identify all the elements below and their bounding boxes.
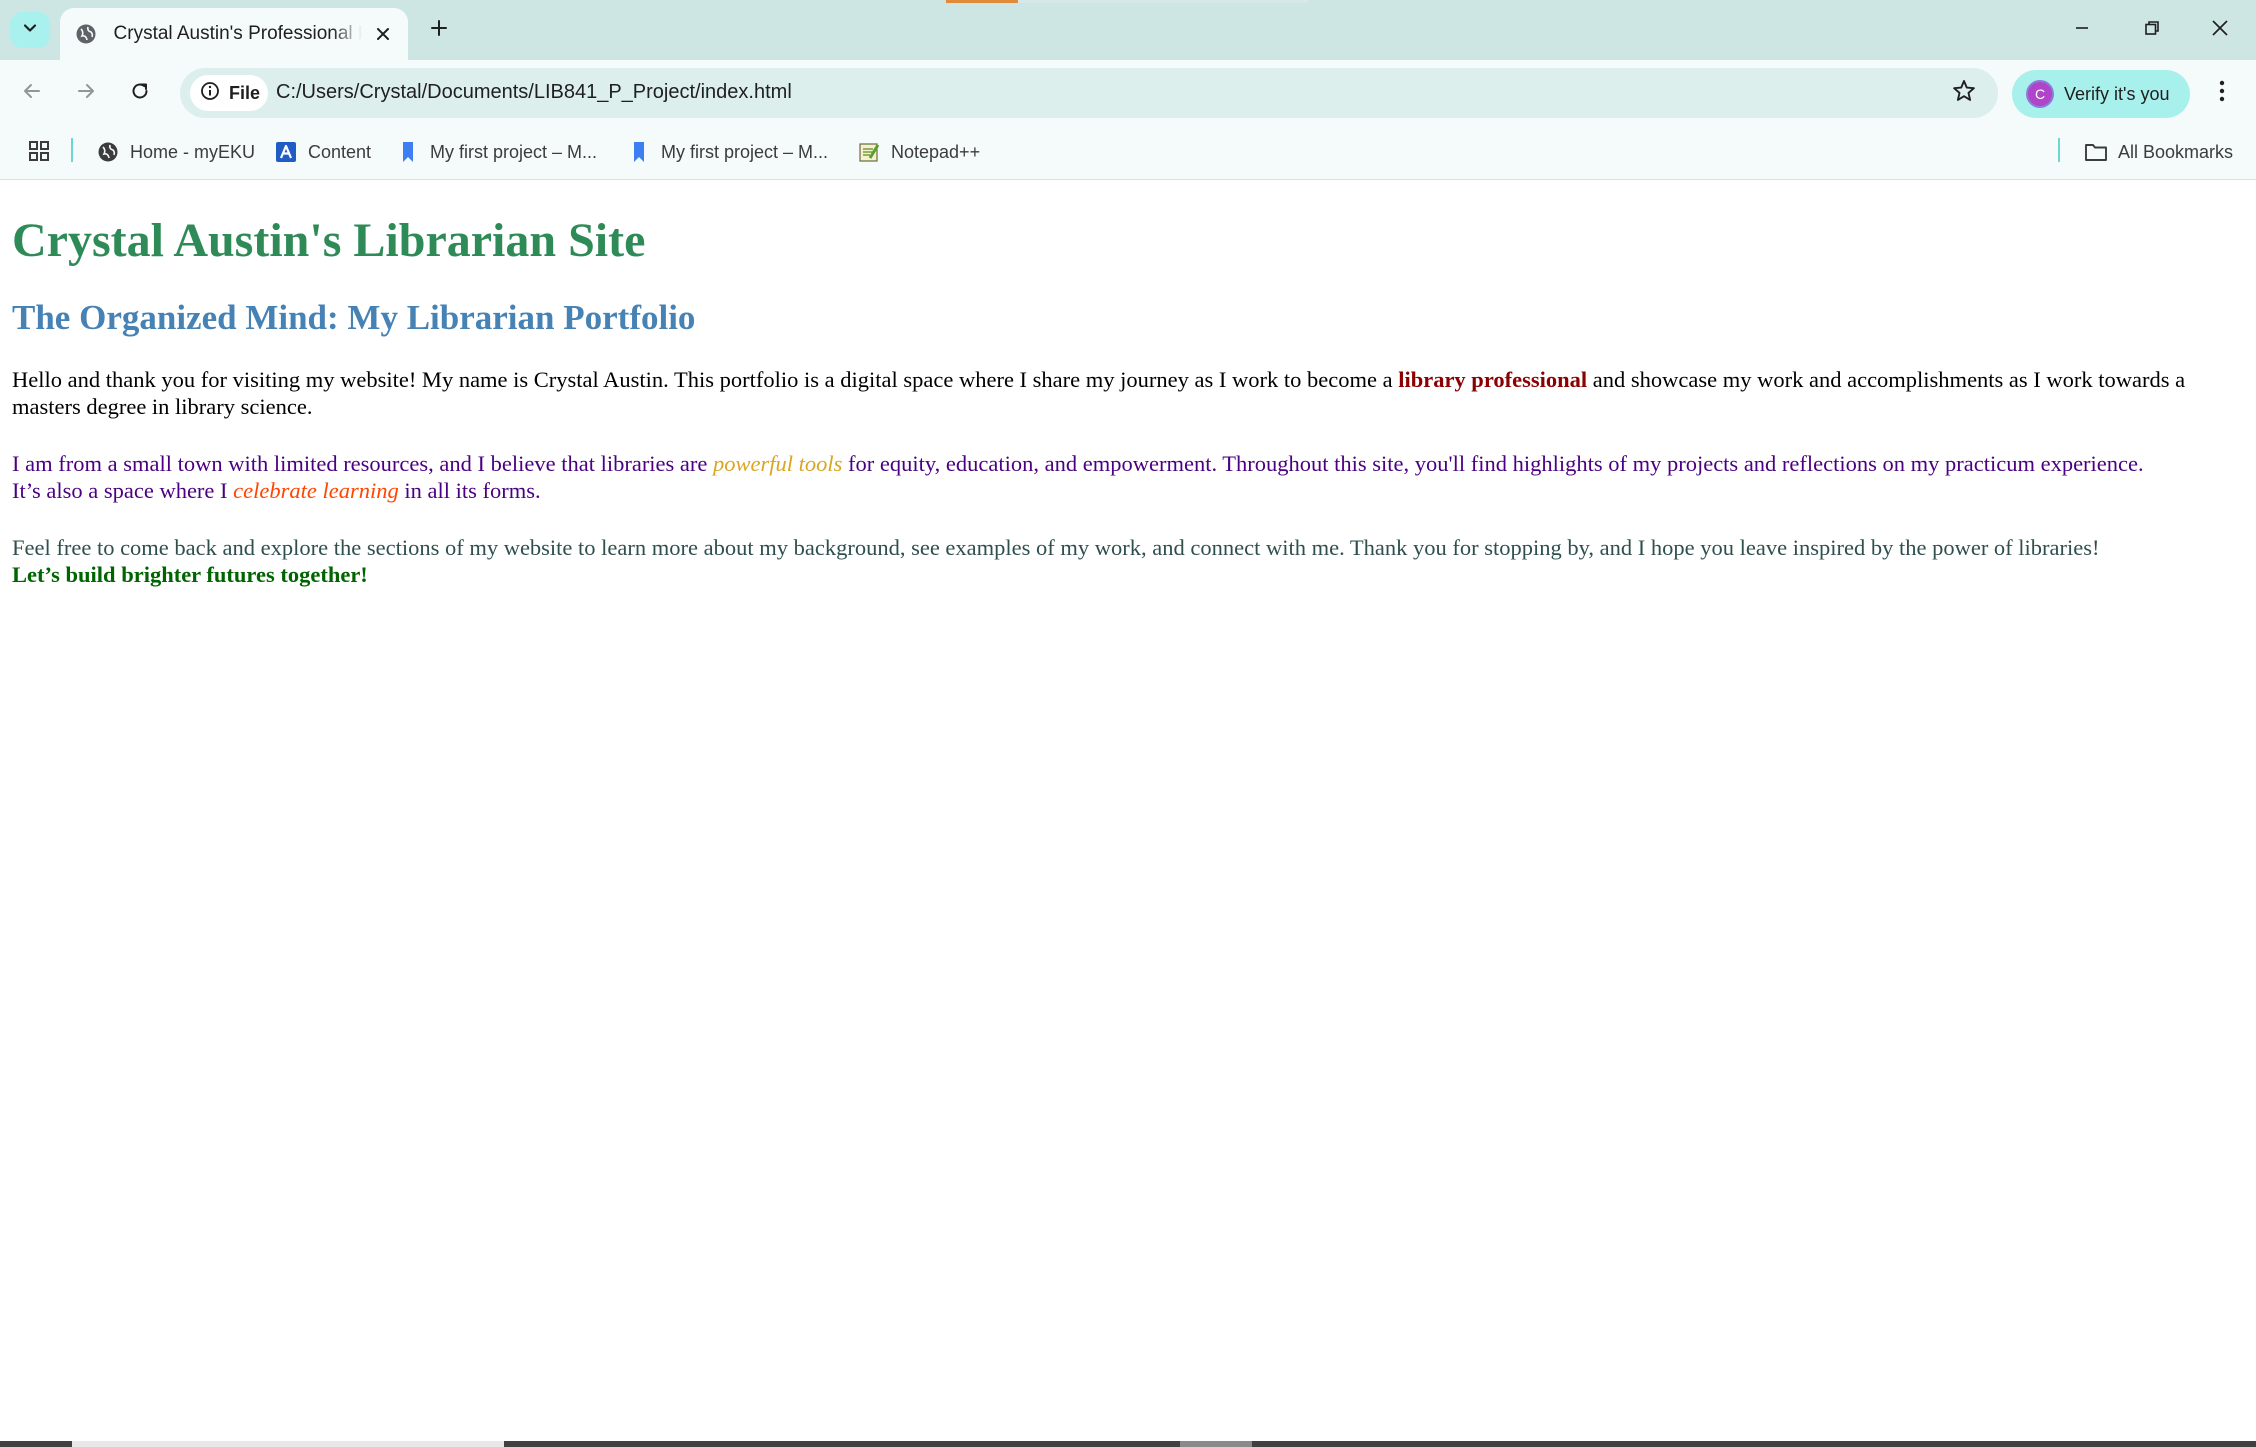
arrow-left-icon <box>21 80 43 107</box>
star-icon <box>1951 78 1977 109</box>
restore-icon <box>2143 19 2161 42</box>
closing-paragraph: Feel free to come back and explore the s… <box>12 534 2244 588</box>
intro-paragraph: Hello and thank you for visiting my webs… <box>12 366 2244 420</box>
mission-highlight-powerful-tools: powerful tools <box>713 451 843 477</box>
mission-paragraph: I am from a small town with limited reso… <box>12 450 2244 504</box>
window-close-button[interactable] <box>2202 12 2238 48</box>
more-vertical-icon <box>2218 79 2226 108</box>
mission-text-line2-end: in all its forms. <box>398 478 541 504</box>
apps-grid-icon <box>27 139 51 168</box>
bookmarks-divider <box>2058 138 2060 162</box>
bookmarks-divider <box>71 138 73 162</box>
page-title: Crystal Austin's Librarian Site <box>12 214 646 267</box>
bookmark-label: My first project – M... <box>661 141 829 162</box>
globe-icon <box>96 140 120 164</box>
bookmark-notepad-plus-plus[interactable]: Notepad++ <box>857 137 980 167</box>
notepad-icon <box>857 140 881 164</box>
tab-strip: Crystal Austin's Professional Portfolio <box>0 0 2256 60</box>
minimize-button[interactable] <box>2064 12 2100 48</box>
mission-text-middle: for equity, education, and empowerment. … <box>842 451 2144 477</box>
active-tab[interactable]: Crystal Austin's Professional Portfolio <box>60 8 408 60</box>
reload-button[interactable] <box>122 75 158 111</box>
new-tab-button[interactable] <box>424 15 454 45</box>
tab-title: Crystal Austin's Professional Portfolio <box>113 23 363 44</box>
reload-icon <box>129 80 151 107</box>
close-icon <box>2210 18 2230 43</box>
back-button[interactable] <box>14 75 50 111</box>
tab-search-button[interactable] <box>10 12 50 48</box>
bookmark-label: Content <box>308 141 372 162</box>
all-bookmarks-button[interactable]: All Bookmarks <box>2084 137 2233 167</box>
globe-icon <box>74 22 98 46</box>
plus-icon <box>429 18 449 43</box>
site-info-label: File <box>229 82 261 103</box>
bookmark-content[interactable]: Content <box>274 137 371 167</box>
closing-emphasis: Let’s build brighter futures together! <box>12 562 368 588</box>
content-app-icon <box>274 140 298 164</box>
browser-toolbar: File C:/Users/Crystal/Documents/LIB841_P… <box>0 60 2256 124</box>
info-icon <box>200 81 220 106</box>
mission-highlight-celebrate-learning: celebrate learning <box>233 478 399 504</box>
taskbar-edge-mark <box>1180 1441 1252 1447</box>
site-info-chip[interactable]: File <box>190 75 268 111</box>
intro-text: Hello and thank you for visiting my webs… <box>12 367 1399 393</box>
bookmark-label: My first project – M... <box>430 141 598 162</box>
minimize-icon <box>2073 19 2091 42</box>
taskbar-edge-highlight <box>72 1441 504 1447</box>
bookmark-icon <box>627 140 651 164</box>
apps-button[interactable] <box>24 138 54 168</box>
closing-text: Feel free to come back and explore the s… <box>12 535 2100 561</box>
chevron-down-icon <box>21 19 39 42</box>
restore-button[interactable] <box>2134 12 2170 48</box>
bookmark-my-first-project-2[interactable]: My first project – M... <box>627 137 828 167</box>
address-bar[interactable]: File C:/Users/Crystal/Documents/LIB841_P… <box>180 68 1998 118</box>
all-bookmarks-label: All Bookmarks <box>2118 141 2234 162</box>
page-subtitle: The Organized Mind: My Librarian Portfol… <box>12 298 696 338</box>
bookmark-label: Home - myEKU <box>130 141 256 162</box>
bookmark-icon <box>396 140 420 164</box>
forward-button[interactable] <box>68 75 104 111</box>
close-icon[interactable] <box>372 23 394 45</box>
arrow-right-icon <box>75 80 97 107</box>
bookmark-home-myeku[interactable]: Home - myEKU <box>96 137 255 167</box>
mission-text-line2: It’s also a space where I <box>12 478 234 504</box>
bookmark-my-first-project-1[interactable]: My first project – M... <box>396 137 597 167</box>
mission-text: I am from a small town with limited reso… <box>12 451 714 477</box>
tab-strip-accent <box>946 0 1018 3</box>
bookmarks-bar: Home - myEKU Content My first project – … <box>0 124 2256 180</box>
bookmark-star-button[interactable] <box>1950 79 1978 107</box>
bookmark-label: Notepad++ <box>891 141 981 162</box>
web-page: Crystal Austin's Librarian Site The Orga… <box>0 181 2256 1441</box>
folder-icon <box>2084 140 2108 164</box>
avatar: C <box>2026 80 2054 108</box>
verify-label: Verify it's you <box>2064 83 2170 104</box>
intro-highlight: library professional <box>1398 367 1588 393</box>
tab-strip-accent-track <box>1018 0 1308 3</box>
url-text[interactable]: C:/Users/Crystal/Documents/LIB841_P_Proj… <box>276 81 792 104</box>
browser-menu-button[interactable] <box>2208 76 2236 110</box>
verify-identity-button[interactable]: C Verify it's you <box>2012 70 2190 118</box>
